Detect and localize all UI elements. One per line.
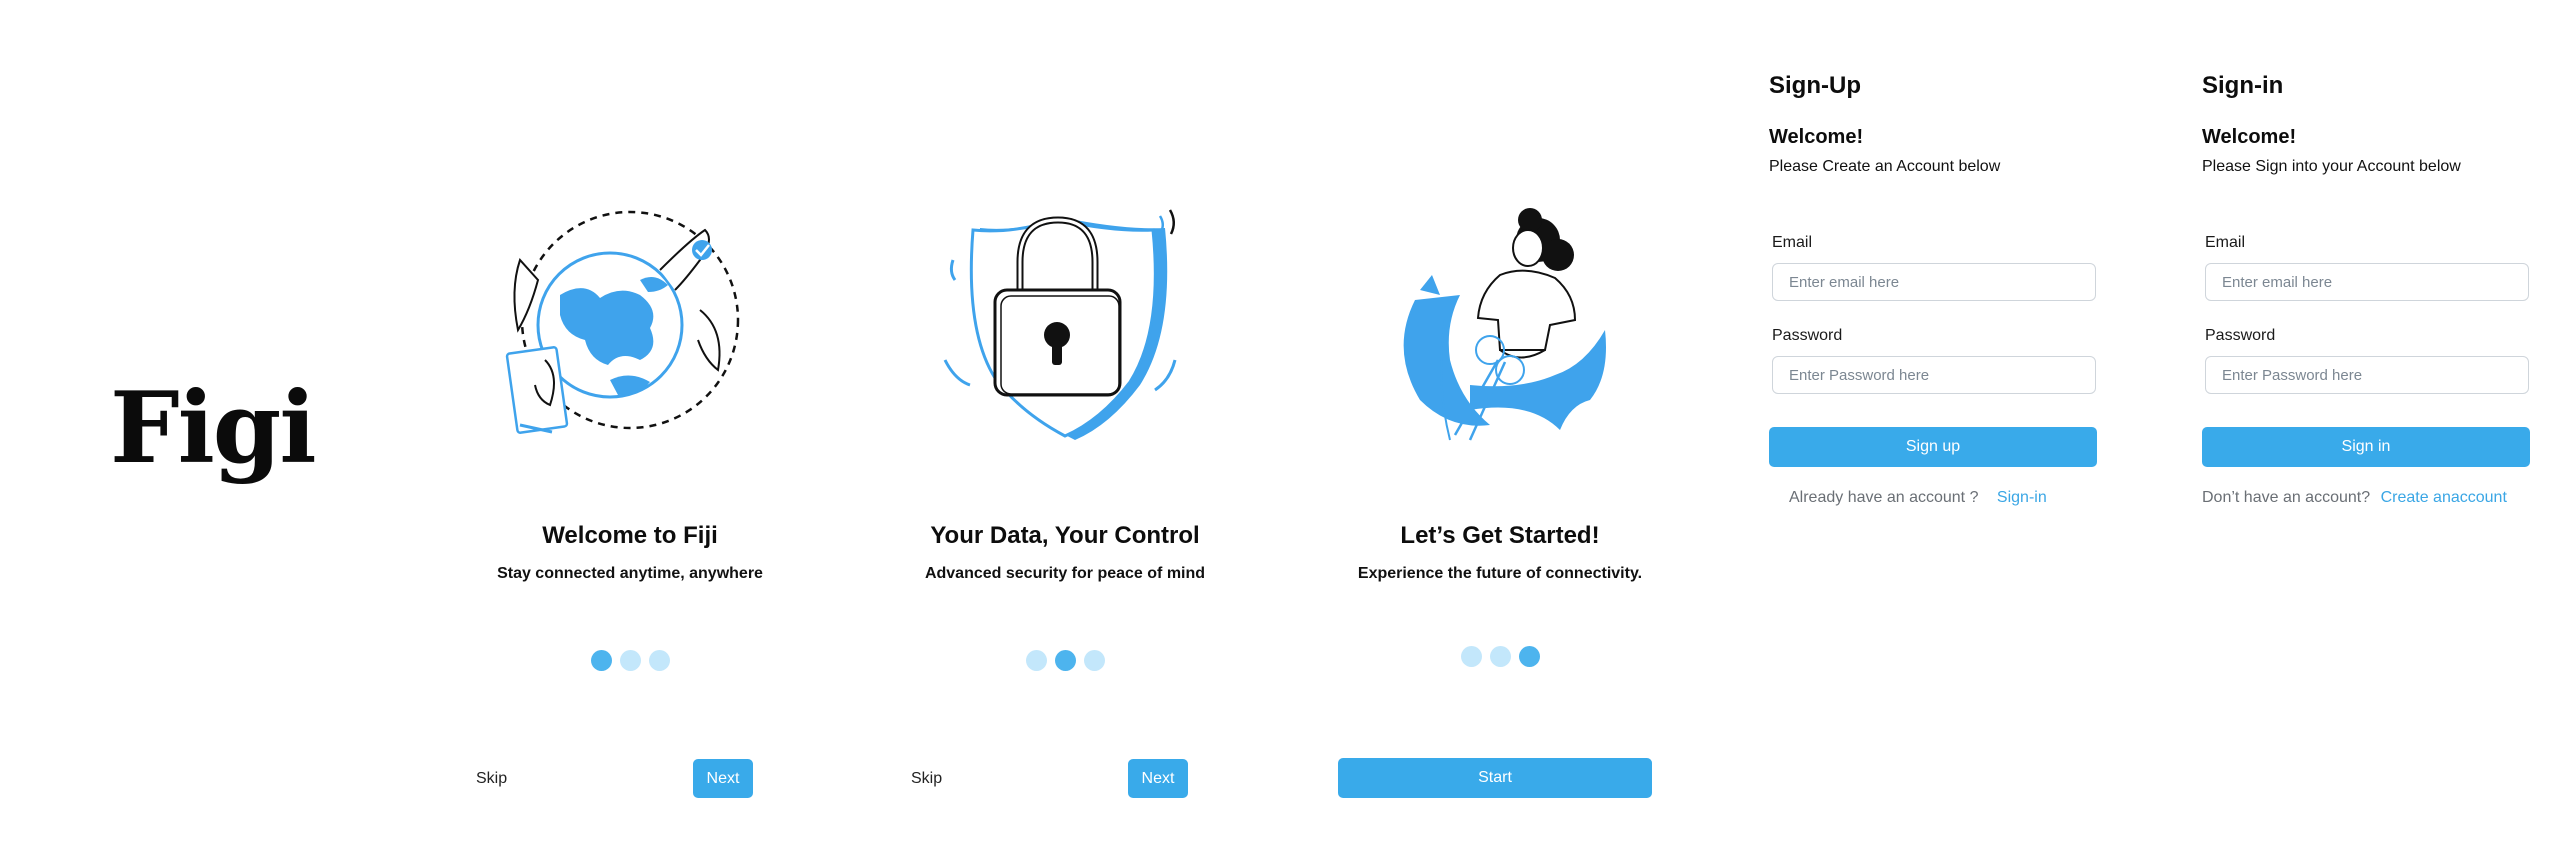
password-field[interactable] [1772, 356, 2096, 394]
figi-logo: Figi [110, 371, 317, 486]
page-dot-3[interactable] [1518, 646, 1540, 667]
welcome-heading: Welcome! [1769, 126, 1864, 148]
onboarding-screen-get-started: Let’s Get Started! Experience the future… [1330, 0, 1670, 852]
sign-in-link[interactable]: Sign-in [1997, 489, 2047, 506]
onboarding-screen-welcome: Welcome to Fiji Stay connected anytime, … [460, 0, 800, 852]
create-account-link[interactable]: Create anaccount [2381, 489, 2507, 506]
skip-button[interactable]: Skip [911, 770, 942, 788]
password-field[interactable] [2205, 356, 2529, 394]
email-label: Email [2205, 234, 2246, 251]
page-dot-1[interactable] [1025, 650, 1047, 671]
page-dot-2[interactable] [619, 650, 641, 671]
pagination-dots [895, 650, 1235, 672]
page-dot-2[interactable] [1489, 646, 1511, 667]
signup-footer: Already have an account ? Sign-in [1789, 489, 2047, 507]
signin-description: Please Sign into your Account below [2202, 158, 2461, 175]
onboarding-subtitle: Stay connected anytime, anywhere [497, 565, 763, 582]
email-field[interactable] [1772, 263, 2096, 301]
onboarding-title: Welcome to Fiji [542, 522, 718, 549]
signup-title: Sign-Up [1769, 72, 1861, 99]
onboarding-title: Let’s Get Started! [1400, 522, 1600, 549]
woman-cutting-ribbon-illustration [1403, 208, 1606, 441]
welcome-heading: Welcome! [2202, 126, 2297, 148]
signup-form: Sign-Up Welcome! Please Create an Accoun… [1769, 0, 2109, 852]
onboarding-screen-security: Your Data, Your Control Advanced securit… [895, 0, 1235, 852]
footer-text: Don’t have an account? [2202, 489, 2371, 506]
page-dot-3[interactable] [648, 650, 670, 671]
start-button[interactable]: Start [1338, 758, 1652, 798]
pagination-dots [1330, 646, 1670, 668]
password-label: Password [2205, 327, 2276, 344]
email-field[interactable] [2205, 263, 2529, 301]
onboarding-title: Your Data, Your Control [930, 522, 1200, 549]
next-button[interactable]: Next [693, 759, 753, 798]
globe-with-hands-illustration [505, 210, 740, 434]
signin-title: Sign-in [2202, 72, 2284, 99]
onboarding-subtitle: Experience the future of connectivity. [1357, 565, 1643, 582]
pagination-dots [460, 650, 800, 672]
page-dot-2[interactable] [1054, 650, 1076, 671]
email-label: Email [1772, 234, 1813, 251]
skip-button[interactable]: Skip [476, 770, 507, 788]
shield-padlock-illustration [943, 209, 1177, 440]
page-dot-1[interactable] [590, 650, 612, 671]
page-dot-1[interactable] [1460, 646, 1482, 667]
password-label: Password [1772, 327, 1843, 344]
signup-button[interactable]: Sign up [1769, 427, 2097, 467]
next-button[interactable]: Next [1128, 759, 1188, 798]
signin-form: Sign-in Welcome! Please Sign into your A… [2202, 0, 2542, 852]
onboarding-subtitle: Advanced security for peace of mind [924, 565, 1206, 582]
footer-text: Already have an account ? [1789, 489, 1979, 506]
signup-description: Please Create an Account below [1769, 158, 2001, 175]
signin-footer: Don’t have an account? Create anaccount [2202, 489, 2507, 507]
page-dot-3[interactable] [1083, 650, 1105, 671]
signin-button[interactable]: Sign in [2202, 427, 2530, 467]
